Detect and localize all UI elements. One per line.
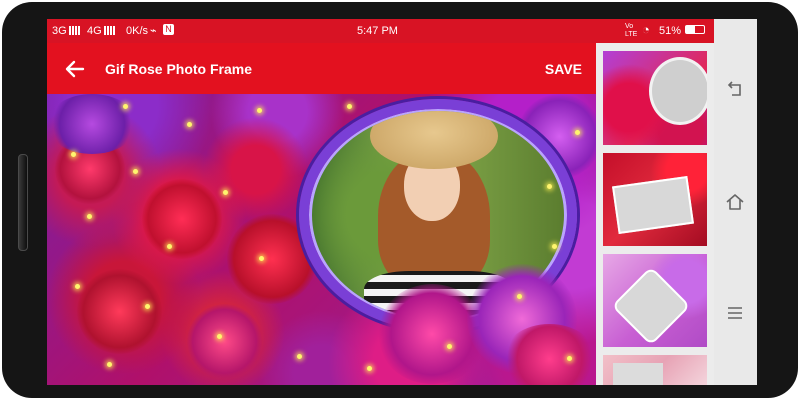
home-nav-icon[interactable] (724, 191, 746, 213)
sparkle (145, 304, 150, 309)
frame-thumbnail[interactable] (603, 254, 707, 347)
sparkle (217, 334, 222, 339)
rose-decoration (142, 179, 222, 259)
sparkle (567, 356, 572, 361)
save-button[interactable]: SAVE (545, 61, 582, 77)
pink-heart-frame-icon (611, 266, 691, 346)
frame-thumbnail[interactable] (603, 51, 707, 145)
page-title: Gif Rose Photo Frame (105, 61, 253, 77)
pink-flower-frame-icon (613, 363, 663, 385)
sparkle (107, 362, 112, 367)
signal-icon (103, 26, 116, 35)
frame-thumbnail[interactable] (603, 355, 707, 385)
sparkle (517, 294, 522, 299)
rose-decoration (77, 269, 162, 354)
sparkle (75, 284, 80, 289)
rose-decoration (47, 94, 137, 154)
volte-icon: Vo LTE (625, 23, 638, 38)
sparkle (133, 169, 138, 174)
clock: 5:47 PM (357, 25, 398, 37)
sparkle (367, 366, 372, 371)
sparkle (259, 256, 264, 261)
app-toolbar: Gif Rose Photo Frame SAVE (47, 43, 596, 94)
back-nav-icon[interactable] (724, 79, 746, 101)
sparkle (552, 244, 557, 249)
menu-nav-icon[interactable] (724, 302, 746, 324)
data-speed: 0K/s (126, 25, 149, 37)
rose-decoration (187, 304, 262, 379)
sparkle (167, 244, 172, 249)
network-3g-label: 3G (52, 25, 81, 37)
sparkle (187, 122, 192, 127)
back-arrow-icon[interactable] (63, 57, 87, 81)
frame-selector-panel[interactable] (596, 43, 714, 385)
sparkle (71, 152, 76, 157)
battery-icon (685, 25, 705, 34)
sparkle (87, 214, 92, 219)
phone-body: 3G 4G 0K/s ⌁ N 5:47 PM Vo LTE ◔ 51% Gif … (2, 2, 798, 398)
rose-rect-frame-icon (612, 175, 694, 235)
system-nav-bar (714, 19, 757, 385)
photo-frame-canvas[interactable] (47, 94, 596, 385)
network-4g-label: 4G (87, 25, 116, 37)
rose-oval-frame-icon (649, 57, 707, 125)
phone-side-button (18, 154, 28, 251)
frame-thumbnail[interactable] (603, 153, 707, 246)
sparkle (447, 344, 452, 349)
notification-icon: N (163, 24, 174, 35)
app-screen: 3G 4G 0K/s ⌁ N 5:47 PM Vo LTE ◔ 51% Gif … (47, 19, 757, 385)
sparkle (547, 184, 552, 189)
sparkle (123, 104, 128, 109)
rose-decoration (502, 324, 596, 385)
status-bar: 3G 4G 0K/s ⌁ N 5:47 PM Vo LTE ◔ 51% (47, 19, 714, 43)
wifi-icon: ◔ (642, 22, 650, 37)
sparkle (347, 104, 352, 109)
sparkle (223, 190, 228, 195)
sparkle (297, 354, 302, 359)
battery-level: 51% (659, 25, 682, 37)
sparkle (257, 108, 262, 113)
signal-icon (68, 26, 81, 35)
photo-hat (370, 111, 498, 169)
sparkle (575, 130, 580, 135)
usb-icon: ⌁ (150, 25, 157, 37)
